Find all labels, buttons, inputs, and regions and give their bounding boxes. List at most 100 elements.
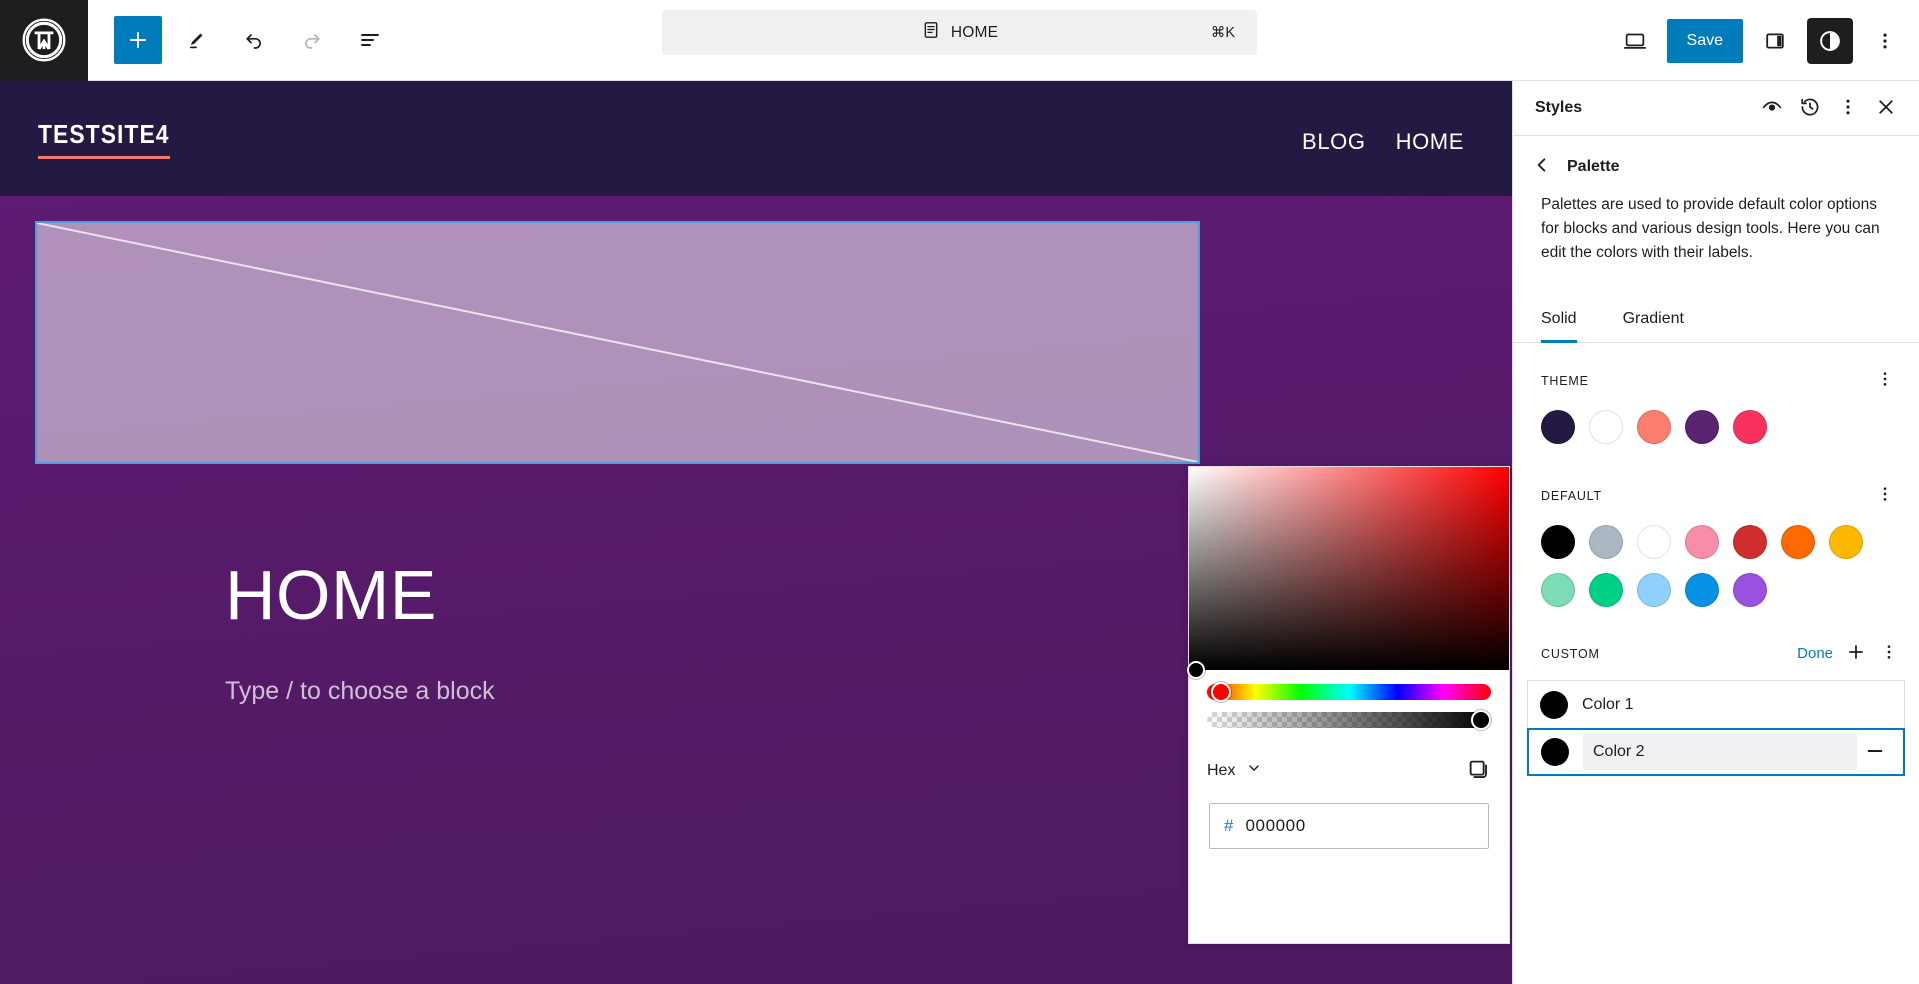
chevron-down-icon <box>1245 759 1263 782</box>
theme-swatch-1[interactable] <box>1541 410 1575 444</box>
alpha-slider[interactable] <box>1207 712 1491 728</box>
hue-slider[interactable] <box>1207 684 1491 700</box>
default-section-label: DEFAULT <box>1541 489 1871 503</box>
undo-button[interactable] <box>230 16 278 64</box>
tab-solid[interactable]: Solid <box>1541 310 1577 343</box>
styles-contrast-icon <box>1817 28 1843 54</box>
default-swatch-11[interactable] <box>1685 573 1719 607</box>
alpha-slider-thumb[interactable] <box>1471 710 1491 730</box>
custom-done-button[interactable]: Done <box>1797 645 1833 662</box>
default-swatch-6[interactable] <box>1781 525 1815 559</box>
save-button[interactable]: Save <box>1667 19 1743 63</box>
settings-sidebar-toggle[interactable] <box>1751 17 1799 65</box>
edit-tool-button[interactable] <box>172 16 220 64</box>
undo-icon <box>242 28 266 52</box>
hex-input-value[interactable]: 000000 <box>1245 816 1305 836</box>
custom-color-row[interactable]: Color 1 <box>1527 680 1905 728</box>
close-icon <box>1874 95 1898 122</box>
redo-icon <box>300 28 324 52</box>
revisions-button[interactable] <box>1791 89 1829 127</box>
custom-options-button[interactable] <box>1875 638 1903 669</box>
style-book-icon <box>1760 95 1784 122</box>
custom-color-row[interactable]: Color 2 <box>1527 728 1905 776</box>
site-header-block[interactable]: TESTSITE4 BLOG HOME <box>0 81 1512 196</box>
site-navigation[interactable]: BLOG HOME <box>1302 129 1464 155</box>
default-options-button[interactable] <box>1871 480 1899 511</box>
top-bar-actions: Save <box>1611 0 1909 81</box>
color-format-label: Hex <box>1207 762 1235 780</box>
image-block-selected[interactable] <box>37 223 1198 462</box>
custom-color-swatch[interactable] <box>1540 691 1568 719</box>
custom-color-name[interactable]: Color 1 <box>1582 696 1894 714</box>
site-title[interactable]: TESTSITE4 <box>38 119 170 159</box>
nav-item-blog[interactable]: BLOG <box>1302 129 1366 155</box>
close-styles-button[interactable] <box>1867 89 1905 127</box>
color-format-row: Hex <box>1189 740 1509 785</box>
default-swatch-10[interactable] <box>1637 573 1671 607</box>
hex-input-field[interactable]: # 000000 <box>1209 803 1489 849</box>
page-title-heading[interactable]: HOME <box>225 560 437 630</box>
remove-custom-color-button[interactable] <box>1857 733 1893 772</box>
copy-color-button[interactable] <box>1465 756 1491 785</box>
desktop-preview-button[interactable] <box>1611 17 1659 65</box>
default-swatch-5[interactable] <box>1733 525 1767 559</box>
three-dots-vertical-icon <box>1874 30 1896 52</box>
list-view-button[interactable] <box>346 16 394 64</box>
styles-toggle-button[interactable] <box>1807 18 1853 64</box>
redo-button[interactable] <box>288 16 336 64</box>
more-options-button[interactable] <box>1861 17 1909 65</box>
three-dots-vertical-icon <box>1875 369 1895 392</box>
custom-color-name[interactable]: Color 2 <box>1583 734 1857 770</box>
default-swatch-2[interactable] <box>1589 525 1623 559</box>
theme-options-button[interactable] <box>1871 365 1899 396</box>
command-bar-button[interactable]: HOME ⌘K <box>662 10 1257 55</box>
tab-gradient[interactable]: Gradient <box>1623 310 1684 343</box>
default-swatch-8[interactable] <box>1541 573 1575 607</box>
pencil-icon <box>184 28 208 52</box>
image-placeholder-diagonal <box>37 223 1198 462</box>
theme-swatch-grid <box>1513 396 1919 458</box>
default-swatch-12[interactable] <box>1733 573 1767 607</box>
theme-section-header: THEME <box>1513 343 1919 396</box>
color-format-select[interactable]: Hex <box>1207 759 1263 782</box>
plus-icon <box>126 28 150 52</box>
style-book-button[interactable] <box>1753 89 1791 127</box>
theme-swatch-4[interactable] <box>1685 410 1719 444</box>
default-swatch-9[interactable] <box>1589 573 1623 607</box>
custom-color-swatch[interactable] <box>1541 738 1569 766</box>
default-swatch-3[interactable] <box>1637 525 1671 559</box>
command-bar[interactable]: HOME ⌘K <box>662 10 1257 55</box>
color-picker-popover[interactable]: Hex # 000000 <box>1188 466 1510 944</box>
default-swatch-4[interactable] <box>1685 525 1719 559</box>
minus-icon <box>1863 739 1887 766</box>
theme-swatch-3[interactable] <box>1637 410 1671 444</box>
editor-canvas[interactable]: TESTSITE4 BLOG HOME HOME Type / to choos… <box>0 81 1512 984</box>
custom-section-label: CUSTOM <box>1541 647 1797 661</box>
default-swatch-7[interactable] <box>1829 525 1863 559</box>
command-bar-shortcut: ⌘K <box>1211 25 1235 41</box>
hue-slider-thumb[interactable] <box>1211 682 1231 702</box>
theme-swatch-2[interactable] <box>1589 410 1623 444</box>
hex-hash-prefix: # <box>1224 816 1233 836</box>
copy-swatch-icon <box>1465 770 1491 785</box>
palette-subtitle: Palette <box>1567 158 1619 176</box>
settings-sidebar-icon <box>1763 29 1787 53</box>
editor-tools <box>114 16 394 64</box>
saturation-value-pointer[interactable] <box>1187 661 1205 679</box>
chevron-left-icon <box>1531 154 1553 179</box>
add-custom-color-button[interactable] <box>1841 637 1871 670</box>
styles-panel-title: Styles <box>1535 99 1753 117</box>
default-swatch-1[interactable] <box>1541 525 1575 559</box>
custom-color-list: Color 1 Color 2 <box>1513 670 1919 776</box>
saturation-value-area[interactable] <box>1189 467 1509 670</box>
add-block-button[interactable] <box>114 16 162 64</box>
theme-swatch-5[interactable] <box>1733 410 1767 444</box>
empty-block-placeholder[interactable]: Type / to choose a block <box>225 677 495 706</box>
three-dots-vertical-icon <box>1875 484 1895 507</box>
nav-item-home[interactable]: HOME <box>1396 129 1464 155</box>
list-view-icon <box>358 28 382 52</box>
styles-back-button[interactable] <box>1531 154 1553 179</box>
wordpress-logo-button[interactable] <box>0 0 88 81</box>
default-section-header: DEFAULT <box>1513 458 1919 511</box>
styles-more-button[interactable] <box>1829 89 1867 127</box>
